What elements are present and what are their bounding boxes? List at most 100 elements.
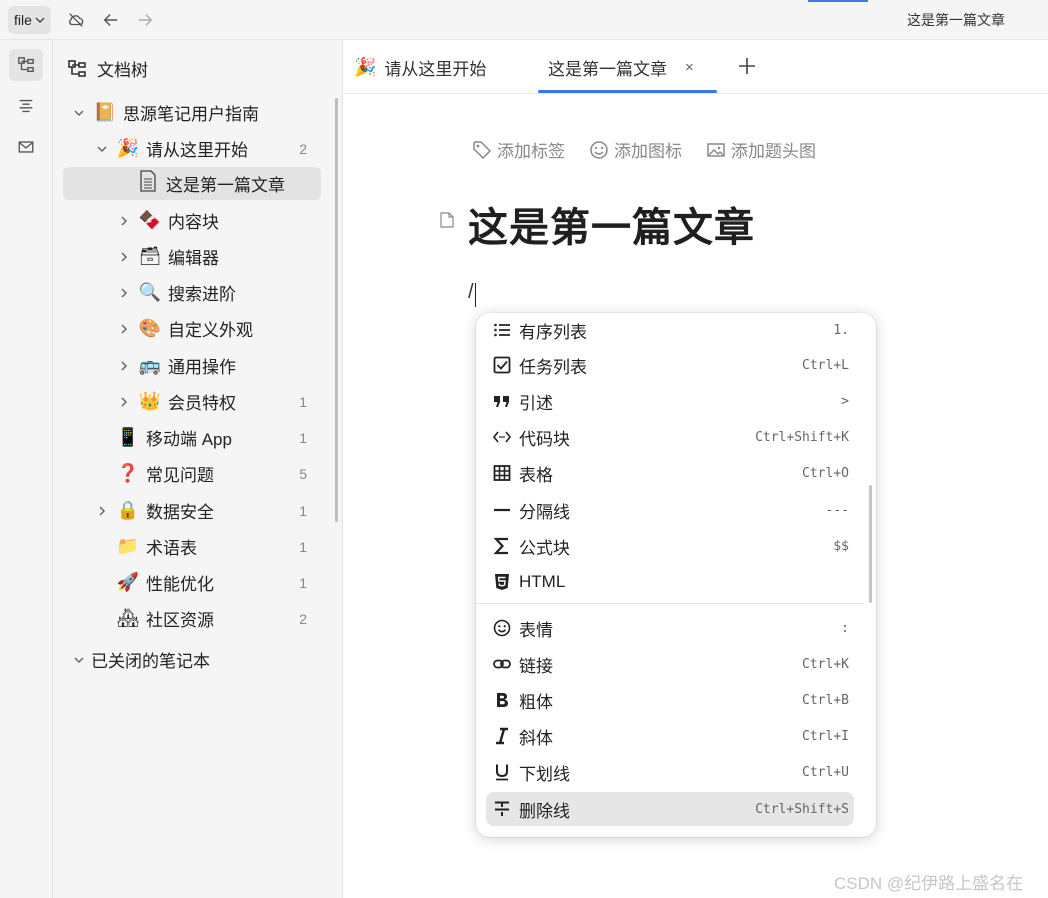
tab-start-here[interactable]: 🎉 请从这里开始 (354, 40, 486, 94)
editor-input-text[interactable]: / (468, 281, 474, 304)
chevron-right-icon[interactable] (116, 285, 132, 301)
menu-item-strikethrough[interactable]: 删除线 Ctrl+Shift+S (486, 792, 854, 826)
chevron-right-icon[interactable] (116, 358, 132, 374)
menu-item-label: 链接 (519, 656, 553, 676)
document-title[interactable]: 这是第一篇文章 (468, 195, 755, 253)
tree-item-count: 1 (299, 393, 307, 410)
tree-item[interactable]: 🚌 通用操作 (63, 349, 321, 382)
text-caret (475, 283, 476, 307)
menu-item-label: 公式块 (519, 538, 570, 558)
file-menu-button[interactable]: file (8, 6, 51, 34)
tree-item[interactable]: 🔍 搜索进阶 (63, 276, 321, 309)
outline-icon[interactable] (9, 90, 43, 122)
tree-item-count: 2 (299, 140, 307, 157)
menu-separator (476, 603, 864, 604)
menu-item-italic[interactable]: 斜体 Ctrl+I (486, 719, 854, 753)
menu-item-task-list[interactable]: 任务列表 Ctrl+L (486, 348, 854, 382)
tree-item-selected[interactable]: 这是第一篇文章 (63, 167, 321, 200)
close-icon[interactable]: × (685, 59, 694, 76)
sigma-icon (492, 536, 512, 556)
file-tree-scrollbar[interactable] (335, 98, 338, 522)
chevron-right-icon[interactable] (116, 394, 132, 410)
menu-item-html[interactable]: HTML (486, 565, 854, 599)
tree-item[interactable]: 🎨 自定义外观 (63, 312, 321, 345)
tree-item[interactable]: 📁 术语表 1 (63, 530, 321, 563)
chevron-right-icon[interactable] (116, 213, 132, 229)
menu-item-quote[interactable]: 引述 > (486, 384, 854, 418)
menu-item-label: 粗体 (519, 692, 553, 712)
file-menu-label: file (14, 12, 32, 28)
tree-item[interactable]: 🏘 社区资源 2 (63, 602, 321, 635)
chevron-right-icon[interactable] (116, 321, 132, 337)
menu-item-emoji[interactable]: 表情 : (486, 611, 854, 645)
tab-bar: 🎉 请从这里开始 这是第一篇文章 × (344, 40, 1048, 94)
chevron-down-icon[interactable] (71, 105, 87, 121)
file-tree-icon[interactable] (9, 49, 43, 81)
tab-label: 这是第一篇文章 (548, 59, 667, 79)
palette-icon: 🎨 (138, 318, 162, 339)
tree-item[interactable]: 🗃 编辑器 (63, 240, 321, 273)
menu-item-math-block[interactable]: 公式块 $$ (486, 529, 854, 563)
menu-item-shortcut: $$ (833, 538, 849, 554)
tree-item-count: 1 (299, 502, 307, 519)
menu-item-code-block[interactable]: 代码块 Ctrl+Shift+K (486, 420, 854, 454)
tree-item[interactable]: ❓ 常见问题 5 (63, 457, 321, 490)
ordered-list-icon (492, 320, 512, 340)
window-title: 这是第一篇文章 (907, 12, 1005, 28)
quote-icon (492, 391, 512, 411)
document-icon[interactable] (440, 212, 454, 228)
menu-item-underline[interactable]: 下划线 Ctrl+U (486, 755, 854, 789)
menu-item-table[interactable]: 表格 Ctrl+O (486, 456, 854, 490)
chevron-right-icon[interactable] (116, 249, 132, 265)
tree-item[interactable]: 🍫 内容块 (63, 204, 321, 237)
menu-item-link[interactable]: 链接 Ctrl+K (486, 647, 854, 681)
tree-item[interactable]: 📱 移动端 App 1 (63, 421, 321, 454)
tree-item[interactable]: 🚀 性能优化 1 (63, 566, 321, 599)
houses-icon: 🏘 (116, 608, 140, 629)
divider-icon (492, 500, 512, 520)
menu-item-label: 代码块 (519, 429, 570, 449)
menu-item-shortcut: : (841, 620, 849, 636)
inbox-icon[interactable] (9, 131, 43, 163)
arrow-left-icon[interactable] (101, 10, 121, 30)
tree-item-label: 这是第一篇文章 (166, 176, 285, 195)
add-icon-button[interactable]: 添加图标 (589, 137, 682, 162)
tab-first-article[interactable]: 这是第一篇文章 × (548, 40, 694, 94)
add-icon-label: 添加图标 (614, 142, 682, 161)
menu-item-shortcut: > (841, 393, 849, 409)
tree-item[interactable]: 🔒 数据安全 1 (63, 494, 321, 527)
tree-item-count: 2 (299, 610, 307, 627)
tree-item-count: 1 (299, 429, 307, 446)
cloud-off-icon[interactable] (66, 10, 86, 30)
tree-item-label: 思源笔记用户指南 (123, 105, 259, 124)
notebook-item[interactable]: 📔 思源笔记用户指南 (63, 96, 321, 129)
folder-icon: 📁 (116, 536, 140, 557)
tree-item-label: 移动端 App (146, 430, 232, 449)
tree-item[interactable]: 👑 会员特权 1 (63, 385, 321, 418)
tree-item-label: 社区资源 (146, 611, 214, 630)
tree-item-count: 5 (299, 465, 307, 482)
menu-scrollbar[interactable] (869, 485, 872, 603)
closed-notebooks-label: 已关闭的笔记本 (91, 652, 210, 671)
chevron-right-icon[interactable] (94, 503, 110, 519)
menu-item-ordered-list[interactable]: 有序列表 1. (486, 313, 854, 347)
plus-icon[interactable] (736, 55, 760, 79)
closed-notebooks-section[interactable]: 已关闭的笔记本 (63, 643, 321, 676)
menu-item-shortcut: Ctrl+B (802, 692, 849, 708)
tree-item[interactable]: 🎉 请从这里开始 2 (63, 132, 321, 165)
menu-item-bold[interactable]: 粗体 Ctrl+B (486, 683, 854, 717)
arrow-right-icon[interactable] (135, 10, 155, 30)
watermark: CSDN @纪伊路上盛名在 (834, 874, 1024, 893)
add-cover-button[interactable]: 添加题头图 (706, 137, 816, 162)
add-tag-button[interactable]: 添加标签 (472, 137, 565, 162)
menu-item-label: 分隔线 (519, 502, 570, 522)
tree-item-label: 数据安全 (146, 503, 214, 522)
top-accent-bar (808, 0, 868, 2)
card-box-icon: 🗃 (138, 246, 162, 267)
chevron-down-icon[interactable] (71, 652, 87, 668)
chevron-down-icon[interactable] (94, 141, 110, 157)
magnifier-icon: 🔍 (138, 282, 162, 303)
menu-item-divider[interactable]: 分隔线 --- (486, 493, 854, 527)
menu-item-label: 删除线 (519, 801, 570, 821)
menu-item-label: 下划线 (519, 764, 570, 784)
